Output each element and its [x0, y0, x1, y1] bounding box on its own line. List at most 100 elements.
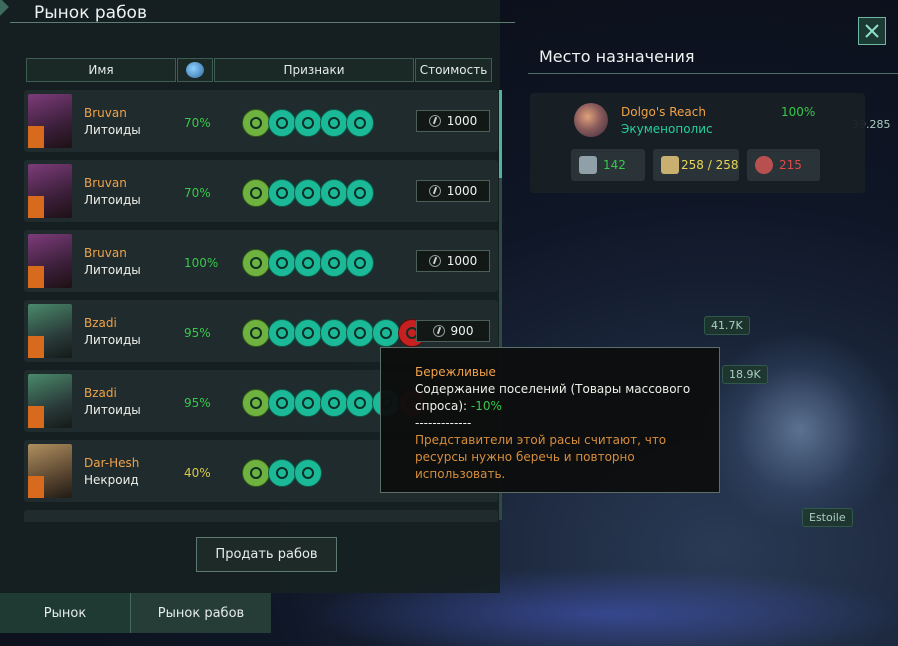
habitability-value: 100% — [184, 256, 219, 270]
column-header-name[interactable]: Имя — [26, 58, 176, 82]
scrollbar-thumb[interactable] — [499, 90, 502, 178]
planet-icon[interactable] — [574, 103, 608, 137]
docile-icon[interactable] — [268, 459, 296, 487]
cost-value: 1000 — [446, 254, 478, 268]
species-portrait[interactable] — [28, 164, 72, 218]
adaptive-icon[interactable] — [268, 179, 296, 207]
population-value: 258 / 258 — [681, 158, 739, 172]
strong-icon[interactable] — [320, 109, 348, 137]
tab-market[interactable]: Рынок — [0, 593, 130, 633]
cost-value: 1000 — [446, 114, 478, 128]
species-type: Литоиды — [84, 263, 141, 277]
tooltip-effect-value: -10% — [470, 399, 502, 413]
rapid-breeders-icon[interactable] — [294, 179, 322, 207]
close-button[interactable] — [858, 17, 886, 45]
panel-title: Рынок рабов — [34, 3, 147, 23]
slave-status-icon — [28, 406, 44, 428]
rapid-breeders-icon[interactable] — [294, 249, 322, 277]
strong-icon[interactable] — [320, 319, 348, 347]
habitability-value: 95% — [184, 396, 211, 410]
cost-value: 900 — [450, 324, 474, 338]
planet-habitability: 100% — [781, 105, 816, 119]
habitability-value: 40% — [184, 466, 211, 480]
tooltip-separator: ------------- — [415, 416, 472, 430]
species-name[interactable]: Dar-Hesh — [84, 456, 139, 470]
tropical-preference-icon[interactable] — [242, 459, 270, 487]
crime-value: 215 — [779, 158, 802, 172]
strong-icon[interactable] — [320, 249, 348, 277]
species-name[interactable]: Bruvan — [84, 246, 127, 260]
adaptive-icon[interactable] — [268, 389, 296, 417]
map-system-label[interactable]: Estoile — [802, 508, 853, 527]
adaptive-icon[interactable] — [268, 249, 296, 277]
adaptive-icon[interactable] — [268, 109, 296, 137]
trait-list — [242, 179, 374, 209]
cost-box: 1000 — [416, 110, 490, 132]
species-name[interactable]: Bruvan — [84, 176, 127, 190]
cost-box: 900 — [416, 320, 490, 342]
map-fleet-label[interactable]: 18.9K — [722, 365, 768, 384]
trait-list — [242, 249, 374, 279]
tooltip-effect: Содержание поселений (Товары массового с… — [415, 381, 699, 415]
recycler-icon[interactable] — [346, 249, 374, 277]
species-portrait[interactable] — [28, 374, 72, 428]
map-fleet-label[interactable]: 41.7K — [704, 316, 750, 335]
talented-icon[interactable] — [294, 389, 322, 417]
divider — [10, 22, 515, 23]
tab-slave-market[interactable]: Рынок рабов — [130, 593, 271, 633]
housing-value: 142 — [603, 158, 626, 172]
talented-icon[interactable] — [294, 319, 322, 347]
tooltip-description: Представители этой расы считают, что рес… — [415, 433, 667, 481]
recycler-icon[interactable] — [346, 109, 374, 137]
list-item[interactable]: Bruvan Литоиды 70% 1000 — [24, 90, 498, 152]
list-item[interactable]: Bruvan Литоиды 70% 1000 — [24, 160, 498, 222]
ocean-preference-icon[interactable] — [242, 249, 270, 277]
list-item[interactable]: Bruvan Литоиды 100% 1000 — [24, 230, 498, 292]
adaptive-icon[interactable] — [268, 319, 296, 347]
slave-status-icon — [28, 476, 44, 498]
population-stat[interactable]: 258 / 258 — [653, 149, 739, 181]
species-type: Некроид — [84, 473, 139, 487]
column-header-cost[interactable]: Стоимость — [415, 58, 492, 82]
panel-corner-ornament — [0, 0, 9, 17]
tropical-preference-icon[interactable] — [242, 389, 270, 417]
strong-icon[interactable] — [320, 179, 348, 207]
rapid-breeders-icon[interactable] — [294, 109, 322, 137]
enduring-icon[interactable] — [294, 459, 322, 487]
species-type: Литоиды — [84, 403, 141, 417]
cost-box: 1000 — [416, 180, 490, 202]
agrarian-icon[interactable] — [346, 319, 374, 347]
ocean-preference-icon[interactable] — [242, 179, 270, 207]
species-name[interactable]: Bzadi — [84, 316, 117, 330]
tooltip-title: Бережливые — [415, 365, 496, 379]
strong-icon[interactable] — [320, 389, 348, 417]
tooltip-effect-label: Содержание поселений (Товары массового с… — [415, 382, 691, 413]
recycler-icon[interactable] — [346, 179, 374, 207]
species-type: Литоиды — [84, 193, 141, 207]
destination-title: Место назначения — [539, 47, 695, 66]
agrarian-icon[interactable] — [346, 389, 374, 417]
species-name[interactable]: Bruvan — [84, 106, 127, 120]
planet-class: Экуменополис — [621, 122, 713, 136]
species-name[interactable]: Bzadi — [84, 386, 117, 400]
slave-status-icon — [28, 126, 44, 148]
column-header-traits[interactable]: Признаки — [214, 58, 414, 82]
sell-slaves-button[interactable]: Продать рабов — [196, 537, 337, 572]
population-icon — [661, 156, 679, 174]
tropical-preference-icon[interactable] — [242, 319, 270, 347]
close-icon — [865, 24, 879, 38]
planet-name[interactable]: Dolgo's Reach — [621, 105, 706, 119]
species-portrait[interactable] — [28, 234, 72, 288]
species-portrait[interactable] — [28, 304, 72, 358]
column-header-habitability[interactable] — [177, 58, 213, 82]
species-portrait[interactable] — [28, 444, 72, 498]
slave-status-icon — [28, 336, 44, 358]
list-item[interactable] — [24, 510, 498, 522]
crime-icon — [755, 156, 773, 174]
ocean-preference-icon[interactable] — [242, 109, 270, 137]
recycler-icon[interactable] — [372, 319, 400, 347]
species-portrait[interactable] — [28, 94, 72, 148]
energy-credits-icon — [428, 115, 441, 127]
crime-stat[interactable]: 215 — [747, 149, 820, 181]
housing-stat[interactable]: 142 — [571, 149, 645, 181]
